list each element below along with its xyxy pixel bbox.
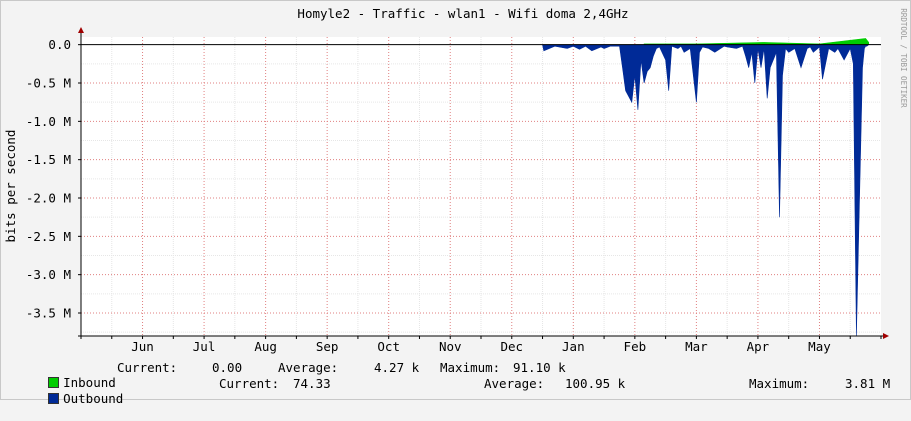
x-tick-label: Jul [193, 339, 216, 354]
inbound-average-value: 4.27 k [374, 360, 420, 375]
traffic-chart: Homyle2 - Traffic - wlan1 - Wifi doma 2,… [3, 6, 908, 354]
y-axis-label: bits per second [3, 130, 18, 243]
x-tick-label: Jan [562, 339, 585, 354]
x-tick-label: Feb [624, 339, 647, 354]
x-tick-label: Aug [254, 339, 277, 354]
chart-title: Homyle2 - Traffic - wlan1 - Wifi doma 2,… [297, 6, 628, 21]
x-tick-label: Dec [500, 339, 523, 354]
x-tick-label: Sep [316, 339, 339, 354]
x-tick-labels: Jun Jul Aug Sep Oct Nov Dec Jan Feb Mar Apr May [131, 339, 831, 354]
x-tick-label: Jun [131, 339, 154, 354]
x-tick-label: Oct [377, 339, 400, 354]
y-tick-label: -1.0 M [26, 114, 71, 129]
x-tick-label: Mar [685, 339, 708, 354]
x-tick-label: Apr [747, 339, 770, 354]
outbound-maximum-label: Maximum: [749, 376, 810, 391]
y-tick-label: -3.5 M [26, 306, 71, 321]
inbound-current-label: Current: [117, 360, 178, 375]
y-tick-labels: 0.0 -0.5 M -1.0 M -1.5 M -2.0 M -2.5 M -3.0 M -… [26, 37, 71, 320]
legend-row-outbound: Outbound [18, 376, 123, 421]
inbound-maximum-label: Maximum: [440, 360, 501, 375]
outbound-average-label: Average: [484, 376, 545, 391]
outbound-maximum-value: 3.81 M [845, 376, 891, 391]
inbound-maximum-value: 91.10 k [513, 360, 566, 375]
x-tick-label: May [808, 339, 831, 354]
graph-root: Homyle2 - Traffic - wlan1 - Wifi doma 2,… [0, 0, 911, 406]
rrdtool-watermark: RRDTOOL / TOBI OETIKER [899, 8, 908, 108]
outbound-swatch [48, 393, 60, 404]
y-tick-label: 0.0 [48, 37, 71, 52]
inbound-average-label: Average: [278, 360, 339, 375]
outbound-current-label: Current: [219, 376, 280, 391]
y-tick-label: -1.5 M [26, 152, 71, 167]
x-axis-arrow [883, 333, 889, 339]
y-tick-label: -0.5 M [26, 76, 71, 91]
outbound-current-value: 74.33 [293, 376, 331, 391]
outbound-label: Outbound [63, 391, 124, 406]
x-tick-label: Nov [439, 339, 462, 354]
outbound-average-value: 100.95 k [565, 376, 626, 391]
y-tick-label: -3.0 M [26, 267, 71, 282]
y-tick-label: -2.0 M [26, 191, 71, 206]
inbound-current-value: 0.00 [212, 360, 243, 375]
y-axis-arrow [78, 27, 84, 33]
y-tick-label: -2.5 M [26, 229, 71, 244]
